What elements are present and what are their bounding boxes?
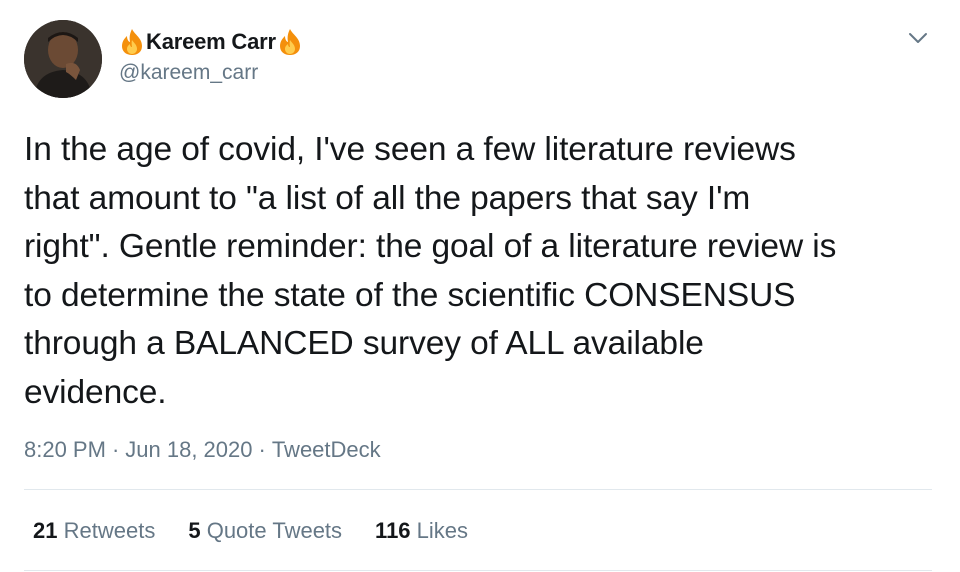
likes-count: 116 — [375, 518, 411, 543]
avatar[interactable] — [24, 20, 102, 98]
fire-icon — [279, 29, 300, 55]
tweet-stats: 21 Retweets 5 Quote Tweets 116 Likes — [33, 517, 501, 545]
likes-label: Likes — [416, 518, 469, 543]
tweet-metadata: 8:20 PM · Jun 18, 2020 · TweetDeck — [24, 436, 381, 464]
divider — [24, 489, 932, 490]
tweet-text-line: right". Gentle reminder: the goal of a l… — [24, 228, 837, 265]
tweet-text: In the age of covid, I've seen a few lit… — [24, 126, 944, 417]
more-options-button[interactable] — [905, 28, 931, 48]
tweet-text-line: In the age of covid, I've seen a few lit… — [24, 131, 796, 168]
tweet-text-line: that amount to "a list of all the papers… — [24, 179, 751, 217]
chevron-down-icon — [909, 33, 927, 43]
divider — [24, 570, 932, 571]
quote-tweets-label: Quote Tweets — [206, 518, 343, 543]
tweet-source[interactable]: TweetDeck — [272, 437, 381, 462]
author-name-row[interactable]: Kareem Carr — [119, 27, 303, 57]
fire-icon — [122, 29, 142, 55]
meta-separator: · — [258, 437, 266, 462]
tweet-text-line: through a BALANCED survey of ALL availab… — [24, 325, 704, 362]
tweet-time[interactable]: 8:20 PM — [24, 437, 106, 462]
tweet-card: Kareem Carr @kareem_carr In the age of c… — [0, 0, 960, 572]
retweets-label: Retweets — [63, 518, 156, 543]
quote-tweets-stat[interactable]: 5 Quote Tweets — [188, 517, 342, 545]
quote-tweets-count: 5 — [188, 518, 201, 543]
likes-stat[interactable]: 116 Likes — [375, 517, 468, 545]
author-display-name[interactable]: Kareem Carr — [146, 27, 276, 57]
retweets-stat[interactable]: 21 Retweets — [33, 517, 155, 545]
meta-separator: · — [111, 437, 120, 462]
tweet-text-line: to determine the state of the scientific… — [24, 276, 796, 314]
tweet-date[interactable]: Jun 18, 2020 — [125, 437, 252, 462]
tweet-text-line: evidence. — [24, 373, 167, 411]
author-handle[interactable]: @kareem_carr — [119, 60, 258, 86]
retweets-count: 21 — [33, 518, 58, 543]
